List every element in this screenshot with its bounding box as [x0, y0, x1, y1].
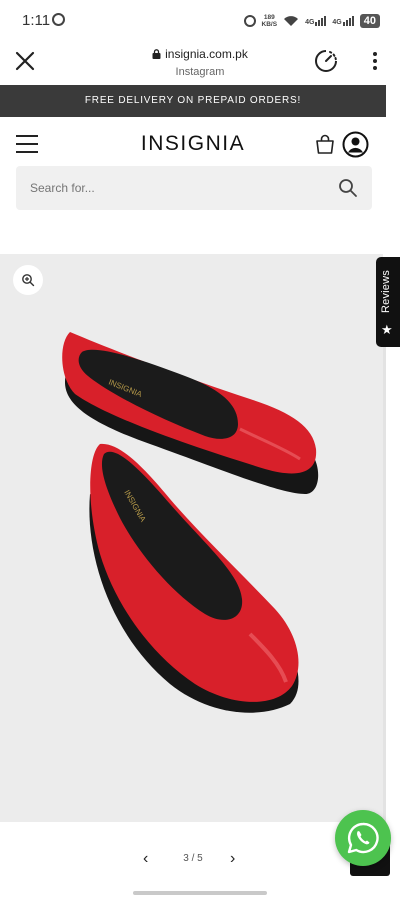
lock-icon — [152, 49, 161, 59]
battery-indicator: 40 — [359, 14, 380, 28]
scroll-strip — [383, 347, 386, 822]
timer-status-icon — [52, 13, 65, 26]
page-url: insignia.com.pk — [165, 47, 248, 61]
signal-2: 4G — [332, 16, 354, 26]
signal-2-label: 4G — [332, 19, 342, 26]
announcement-bar: FREE DELIVERY ON PREPAID ORDERS! — [0, 85, 386, 117]
red-flat-shoes-image: INSIGNIA INSIGNIA — [62, 332, 319, 713]
site-header: INSIGNIA — [0, 117, 386, 169]
whatsapp-icon — [347, 822, 379, 854]
reviews-tab[interactable]: Reviews ★ — [376, 257, 400, 347]
status-time: 1:11 — [22, 12, 51, 29]
browser-bar: insignia.com.pk Instagram — [0, 40, 400, 85]
zoom-in-icon — [22, 274, 35, 287]
status-bar: 1:11 189 KB/S 4G 4G 40 — [0, 0, 400, 40]
page-source: Instagram — [175, 66, 225, 78]
signal-1: 4G — [305, 16, 327, 26]
more-options-icon[interactable] — [365, 50, 385, 72]
wifi-icon — [284, 16, 299, 26]
reviews-label: Reviews — [380, 270, 392, 313]
gesture-bar[interactable] — [133, 891, 267, 895]
net-speed-unit: KB/S — [261, 21, 278, 28]
shopping-bag-icon[interactable] — [314, 133, 336, 155]
alarm-icon — [243, 15, 256, 27]
status-icons: 189 KB/S 4G 4G 40 — [243, 12, 380, 30]
image-counter: 3 / 5 — [183, 853, 203, 864]
search-input[interactable] — [30, 166, 310, 210]
image-pagination: ‹ 3 / 5 › — [0, 848, 386, 870]
address-area[interactable]: insignia.com.pk Instagram — [0, 46, 400, 78]
speed-timer-icon[interactable] — [314, 49, 338, 73]
search-icon[interactable] — [338, 178, 358, 198]
star-icon: ★ — [381, 322, 393, 337]
net-speed: 189 KB/S — [262, 14, 278, 28]
signal-1-bars-icon — [315, 16, 327, 26]
account-icon[interactable] — [342, 131, 369, 158]
product-image[interactable]: INSIGNIA INSIGNIA — [0, 254, 383, 822]
signal-2-bars-icon — [342, 16, 354, 26]
signal-1-label: 4G — [305, 19, 315, 26]
whatsapp-button[interactable] — [335, 810, 391, 866]
zoom-button[interactable] — [13, 265, 43, 295]
net-speed-value: 189 — [263, 14, 275, 21]
next-image-button[interactable]: › — [230, 850, 235, 868]
search-box — [16, 166, 372, 210]
